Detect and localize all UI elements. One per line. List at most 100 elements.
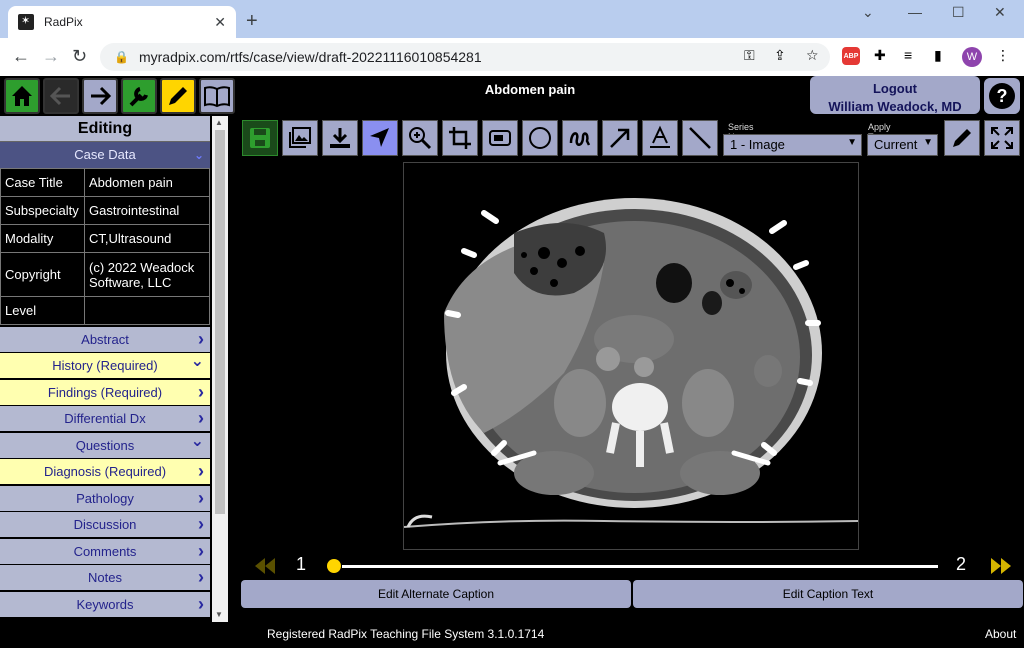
chevron-right-icon: › — [198, 567, 204, 587]
arrow-tool-button[interactable] — [602, 120, 638, 156]
image-viewer[interactable] — [403, 162, 859, 550]
extensions-puzzle-icon[interactable]: ✚ — [874, 47, 886, 64]
chevron-right-icon: › — [198, 540, 204, 561]
apply-to-select[interactable]: Current ▼ — [867, 134, 938, 156]
close-tab-icon[interactable]: ✕ — [214, 14, 226, 31]
case-data-key: Case Title — [0, 168, 85, 197]
save-button[interactable] — [242, 120, 278, 156]
section-item[interactable]: Discussion › — [0, 512, 210, 537]
chevron-right-icon: › — [198, 487, 204, 508]
bookmark-star-icon[interactable]: ☆ — [806, 47, 819, 64]
last-page-icon[interactable] — [988, 556, 1014, 576]
case-data-header[interactable]: Case Data ⌄ — [0, 142, 210, 168]
section-label: Keywords — [76, 596, 134, 612]
chevron-right-icon: › — [198, 328, 204, 349]
profile-avatar[interactable]: W — [962, 47, 982, 67]
back-nav-button[interactable] — [43, 78, 79, 114]
ct-scan-image[interactable] — [404, 163, 859, 550]
annotate-pencil-button[interactable] — [944, 120, 980, 156]
table-row[interactable]: Modality CT,Ultrasound — [0, 224, 210, 253]
lock-icon[interactable]: 🔒 — [114, 50, 129, 64]
case-data-value[interactable]: (c) 2022 Weadock Software, LLC — [84, 252, 210, 297]
section-item[interactable]: Findings (Required) › — [0, 379, 210, 405]
window-close-icon[interactable]: ✕ — [994, 4, 1006, 21]
rectangle-tool-button[interactable] — [482, 120, 518, 156]
section-item[interactable]: Diagnosis (Required) › — [0, 459, 210, 484]
side-panel-icon[interactable]: ▮ — [934, 47, 942, 64]
new-tab-icon[interactable]: + — [246, 10, 258, 33]
home-button[interactable] — [4, 78, 40, 114]
chevron-down-icon: ⌄ — [190, 353, 204, 370]
page-slider-handle[interactable] — [327, 559, 341, 573]
reading-list-icon[interactable]: ≡ — [904, 47, 912, 63]
chevron-right-icon: › — [198, 593, 204, 614]
image-gallery-button[interactable] — [282, 120, 318, 156]
download-button[interactable] — [322, 120, 358, 156]
table-row[interactable]: Level — [0, 296, 210, 325]
browser-tab[interactable]: RadPix ✕ — [8, 6, 236, 38]
text-tool-button[interactable] — [642, 120, 678, 156]
section-item[interactable]: Comments › — [0, 538, 210, 564]
menu-kebab-icon[interactable]: ⋮ — [996, 47, 1010, 64]
teaching-file-button[interactable] — [199, 78, 235, 114]
section-item[interactable]: Notes › — [0, 565, 210, 590]
help-button[interactable]: ? — [984, 78, 1020, 114]
table-row[interactable]: Copyright (c) 2022 Weadock Software, LLC — [0, 252, 210, 297]
section-item[interactable]: Differential Dx › — [0, 406, 210, 431]
pointer-tool-button[interactable] — [362, 120, 398, 156]
system-version-label: Registered RadPix Teaching File System 3… — [267, 627, 545, 641]
back-icon[interactable]: ← — [12, 46, 30, 67]
logout-button[interactable]: Logout William Weadock, MD — [810, 76, 980, 114]
case-data-value[interactable]: CT,Ultrasound — [84, 224, 210, 253]
crop-tool-button[interactable] — [442, 120, 478, 156]
forward-icon[interactable]: → — [42, 46, 60, 67]
share-icon[interactable]: ⇪ — [774, 47, 786, 64]
section-label: Pathology — [76, 490, 134, 506]
about-link[interactable]: About — [985, 620, 1016, 648]
adblock-icon[interactable]: ABP — [842, 47, 860, 65]
forward-nav-button[interactable] — [82, 78, 118, 114]
page-slider-track[interactable] — [342, 565, 938, 568]
table-row[interactable]: Case Title Abdomen pain — [0, 168, 210, 197]
edit-caption-text-button[interactable]: Edit Caption Text — [633, 580, 1023, 608]
freehand-tool-button[interactable] — [562, 120, 598, 156]
tab-search-icon[interactable]: ⌄ — [862, 4, 874, 21]
scroll-up-icon[interactable]: ▲ — [215, 118, 223, 127]
section-item[interactable]: Questions ⌄ — [0, 432, 210, 458]
scroll-down-icon[interactable]: ▼ — [215, 610, 223, 619]
case-data-value[interactable] — [84, 296, 210, 325]
first-page-icon[interactable] — [252, 556, 278, 576]
help-icon: ? — [989, 83, 1015, 109]
section-label: Differential Dx — [64, 411, 146, 426]
table-row[interactable]: Subspecialty Gastrointestinal — [0, 196, 210, 225]
circle-icon — [529, 127, 551, 149]
case-data-value[interactable]: Abdomen pain — [84, 168, 210, 197]
case-data-key: Level — [0, 296, 85, 325]
sidebar-scrollbar[interactable]: ▲ ▼ — [212, 116, 228, 622]
series-select[interactable]: 1 - Image ▼ — [723, 134, 862, 156]
url-field[interactable]: 🔒 myradpix.com/rtfs/case/view/draft-2022… — [100, 43, 830, 71]
line-tool-button[interactable] — [682, 120, 718, 156]
scrollbar-thumb[interactable] — [215, 130, 225, 514]
fullscreen-button[interactable] — [984, 120, 1020, 156]
case-data-value[interactable]: Gastrointestinal — [84, 196, 210, 225]
case-data-table: Case Title Abdomen pain Subspecialty Gas… — [0, 168, 210, 325]
section-item[interactable]: History (Required) ⌄ — [0, 353, 210, 378]
download-icon — [330, 128, 350, 148]
minimize-icon[interactable]: — — [908, 4, 922, 20]
tools-button[interactable] — [121, 78, 157, 114]
maximize-icon[interactable]: ☐ — [952, 4, 965, 21]
ellipse-tool-button[interactable] — [522, 120, 558, 156]
edit-alternate-caption-button[interactable]: Edit Alternate Caption — [241, 580, 631, 608]
key-icon[interactable]: ⚿ — [744, 47, 755, 64]
section-label: History (Required) — [52, 358, 158, 373]
edit-button[interactable] — [160, 78, 196, 114]
expand-icon — [991, 127, 1013, 149]
image-pager: 1 2 — [242, 554, 1024, 578]
section-item[interactable]: Abstract › — [0, 326, 210, 352]
app-header: Abdomen pain Logout William Weadock, MD … — [0, 76, 1024, 116]
zoom-tool-button[interactable] — [402, 120, 438, 156]
reload-icon[interactable]: ↻ — [72, 46, 87, 67]
section-item[interactable]: Keywords › — [0, 591, 210, 617]
section-item[interactable]: Pathology › — [0, 485, 210, 511]
